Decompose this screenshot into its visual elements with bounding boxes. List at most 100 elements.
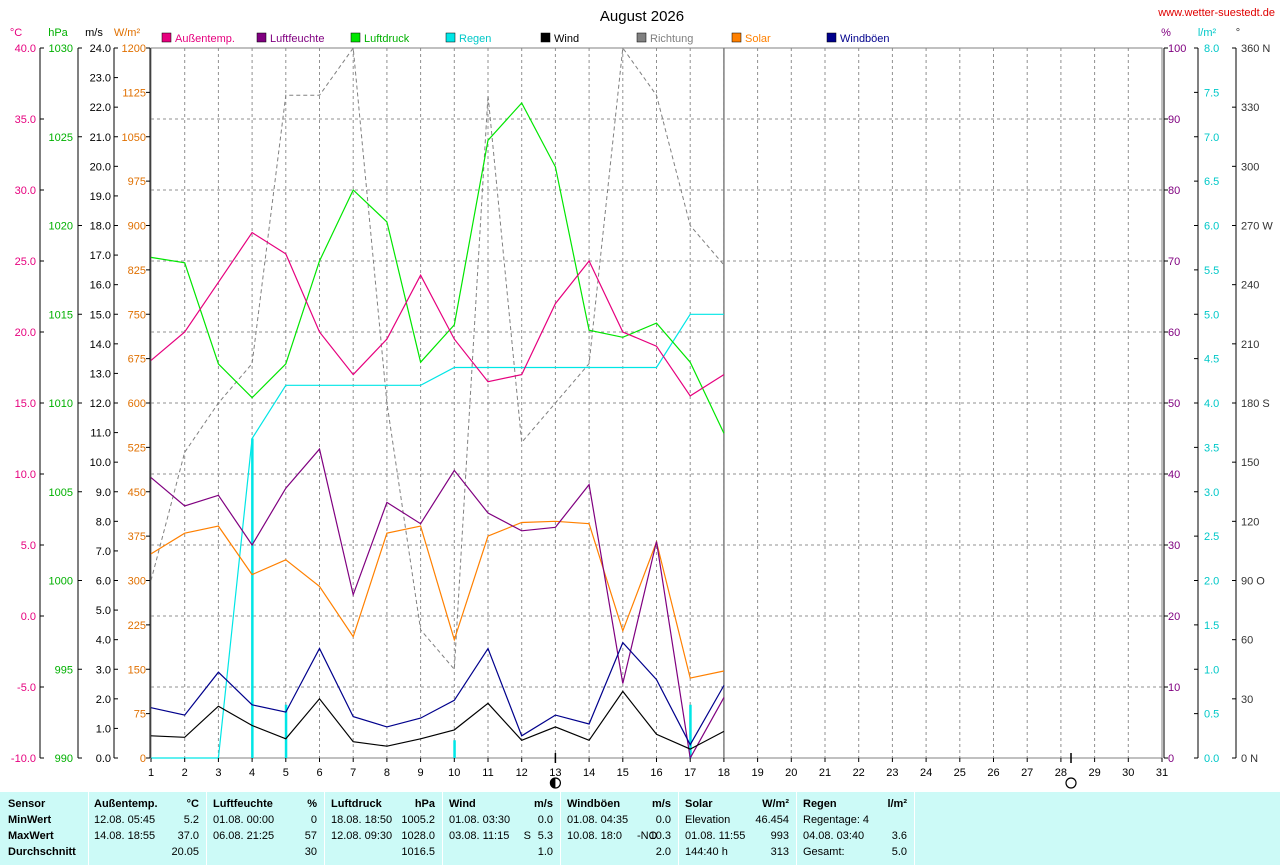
x-tick-label: 9 bbox=[418, 767, 424, 779]
stats-wind-max-direction: S bbox=[523, 830, 531, 842]
solar-axis-tick-label: 975 bbox=[128, 176, 146, 188]
wind-axis-tick-label: 12.0 bbox=[90, 398, 111, 410]
direction-axis-tick-label: 150 bbox=[1241, 457, 1259, 469]
legend-swatch-1 bbox=[256, 32, 267, 43]
stats-temp-unit: °C bbox=[186, 798, 199, 810]
stats-wind-header: Wind bbox=[449, 798, 476, 810]
rain-axis-tick-label: 4.0 bbox=[1204, 398, 1219, 410]
stats-min-label: MinWert bbox=[8, 814, 52, 826]
humidity-axis-tick-label: 20 bbox=[1168, 611, 1180, 623]
pressure-axis-tick-label: 995 bbox=[55, 664, 73, 676]
stats-wind-max-value: 5.3 bbox=[537, 830, 553, 842]
solar-axis-tick-label: 0 bbox=[140, 753, 146, 765]
stats-gust-min-time: 01.08. 04:35 bbox=[567, 814, 629, 826]
direction-axis-tick-label: 90 O bbox=[1241, 576, 1265, 588]
direction-axis-tick-label: 60 bbox=[1241, 635, 1253, 647]
wind-axis-unit: m/s bbox=[85, 27, 103, 39]
direction-axis-tick-label: 300 bbox=[1241, 161, 1259, 173]
x-tick-label: 5 bbox=[283, 767, 289, 779]
stats-pressure-avg: 1016.5 bbox=[401, 846, 435, 858]
wind-axis-tick-label: 4.0 bbox=[96, 635, 111, 647]
solar-axis-tick-label: 375 bbox=[128, 531, 146, 543]
pressure-axis-tick-label: 1015 bbox=[49, 309, 73, 321]
rain-axis-tick-label: 6.0 bbox=[1204, 221, 1219, 233]
legend-swatch-0 bbox=[161, 32, 172, 43]
pressure-axis-tick-label: 990 bbox=[55, 753, 73, 765]
stats-wind-max-time: 03.08. 11:15 bbox=[449, 830, 510, 842]
rain-axis-tick-label: 5.5 bbox=[1204, 265, 1219, 277]
legend-label-6: Solar bbox=[745, 33, 771, 45]
x-tick-label: 2 bbox=[182, 767, 188, 779]
statistics-panel: Sensor MinWert MaxWert Durchschnitt Auße… bbox=[0, 792, 1280, 865]
stats-humidity-unit: % bbox=[307, 798, 317, 810]
pressure-axis-unit: hPa bbox=[48, 27, 68, 39]
wind-axis-tick-label: 9.0 bbox=[96, 487, 111, 499]
stats-rain-max-value: 3.6 bbox=[891, 830, 907, 842]
rain-axis-tick-label: 4.5 bbox=[1204, 354, 1219, 366]
solar-axis-tick-label: 675 bbox=[128, 354, 146, 366]
stats-rain-column: Regen l/m² Regentage: 4 04.08. 03:40 3.6 G… bbox=[796, 792, 915, 865]
temp-axis-unit: °C bbox=[10, 27, 22, 39]
x-tick-label: 27 bbox=[1021, 767, 1033, 779]
temp-axis-tick-label: -5.0 bbox=[17, 682, 36, 694]
wind-axis-tick-label: 5.0 bbox=[96, 605, 111, 617]
humidity-axis-tick-label: 30 bbox=[1168, 540, 1180, 552]
legend-label-3: Regen bbox=[459, 33, 491, 45]
rain-axis-tick-label: 3.0 bbox=[1204, 487, 1219, 499]
temp-axis-tick-label: 15.0 bbox=[15, 398, 36, 410]
wind-axis-tick-label: 23.0 bbox=[90, 73, 111, 85]
direction-axis-tick-label: 270 W bbox=[1241, 221, 1273, 233]
solar-axis-tick-label: 600 bbox=[128, 398, 146, 410]
rain-axis-tick-label: 2.0 bbox=[1204, 576, 1219, 588]
stats-max-label: MaxWert bbox=[8, 830, 54, 842]
stats-solar-elevation-value: 46.454 bbox=[755, 814, 789, 826]
stats-gust-min-value: 0.0 bbox=[655, 814, 671, 826]
humidity-axis-tick-label: 60 bbox=[1168, 327, 1180, 339]
rain-daily-bar bbox=[453, 740, 456, 758]
rain-axis-tick-label: 2.5 bbox=[1204, 531, 1219, 543]
rain-axis-tick-label: 5.0 bbox=[1204, 309, 1219, 321]
legend-label-0: Außentemp. bbox=[175, 33, 235, 45]
x-tick-label: 18 bbox=[718, 767, 730, 779]
humidity-axis-tick-label: 80 bbox=[1168, 185, 1180, 197]
x-tick-label: 28 bbox=[1055, 767, 1067, 779]
stats-humidity-avg: 30 bbox=[304, 846, 317, 858]
solar-axis-tick-label: 1125 bbox=[122, 87, 146, 99]
stats-solar-elevation-label: Elevation bbox=[685, 814, 731, 826]
wind-axis-tick-label: 22.0 bbox=[90, 102, 111, 114]
pressure-axis-tick-label: 1000 bbox=[49, 576, 73, 588]
solar-axis-tick-label: 525 bbox=[128, 442, 146, 454]
stats-temp-min-value: 5.2 bbox=[183, 814, 199, 826]
stats-rain-total-value: 5.0 bbox=[891, 846, 907, 858]
wind-axis-tick-label: 11.0 bbox=[90, 428, 111, 440]
stats-solar-duration: 144:40 h bbox=[685, 846, 728, 858]
humidity-axis-tick-label: 100 bbox=[1168, 43, 1186, 55]
rain-axis-unit: l/m² bbox=[1198, 27, 1217, 39]
rain-axis-tick-label: 8.0 bbox=[1204, 43, 1219, 55]
rain-axis-tick-label: 0.0 bbox=[1204, 753, 1219, 765]
x-tick-label: 21 bbox=[819, 767, 831, 779]
legend-swatch-5 bbox=[636, 32, 647, 43]
wind-axis-tick-label: 2.0 bbox=[96, 694, 111, 706]
rain-axis-tick-label: 6.5 bbox=[1204, 176, 1219, 188]
rain-axis-tick-label: 0.5 bbox=[1204, 709, 1219, 721]
rain-axis-tick-label: 7.0 bbox=[1204, 132, 1219, 144]
stats-rain-max-time: 04.08. 03:40 bbox=[803, 830, 865, 842]
x-tick-label: 10 bbox=[448, 767, 460, 779]
stats-wind-min-time: 01.08. 03:30 bbox=[449, 814, 511, 826]
temp-axis-tick-label: 20.0 bbox=[15, 327, 36, 339]
pressure-axis-tick-label: 1010 bbox=[49, 398, 73, 410]
x-tick-label: 13 bbox=[549, 767, 561, 779]
stats-temp-header: Außentemp. bbox=[94, 798, 158, 810]
temp-axis-tick-label: 0.0 bbox=[21, 611, 36, 623]
x-tick-label: 3 bbox=[215, 767, 221, 779]
temp-axis-tick-label: 40.0 bbox=[15, 43, 36, 55]
wind-axis-tick-label: 7.0 bbox=[96, 546, 111, 558]
x-tick-label: 8 bbox=[384, 767, 390, 779]
wind-axis-tick-label: 17.0 bbox=[90, 250, 111, 262]
x-tick-label: 4 bbox=[249, 767, 255, 779]
direction-axis-tick-label: 240 bbox=[1241, 280, 1259, 292]
stats-sensor-header: Sensor bbox=[8, 798, 46, 810]
wind-axis-tick-label: 16.0 bbox=[90, 280, 111, 292]
stats-rain-unit: l/m² bbox=[887, 798, 907, 810]
